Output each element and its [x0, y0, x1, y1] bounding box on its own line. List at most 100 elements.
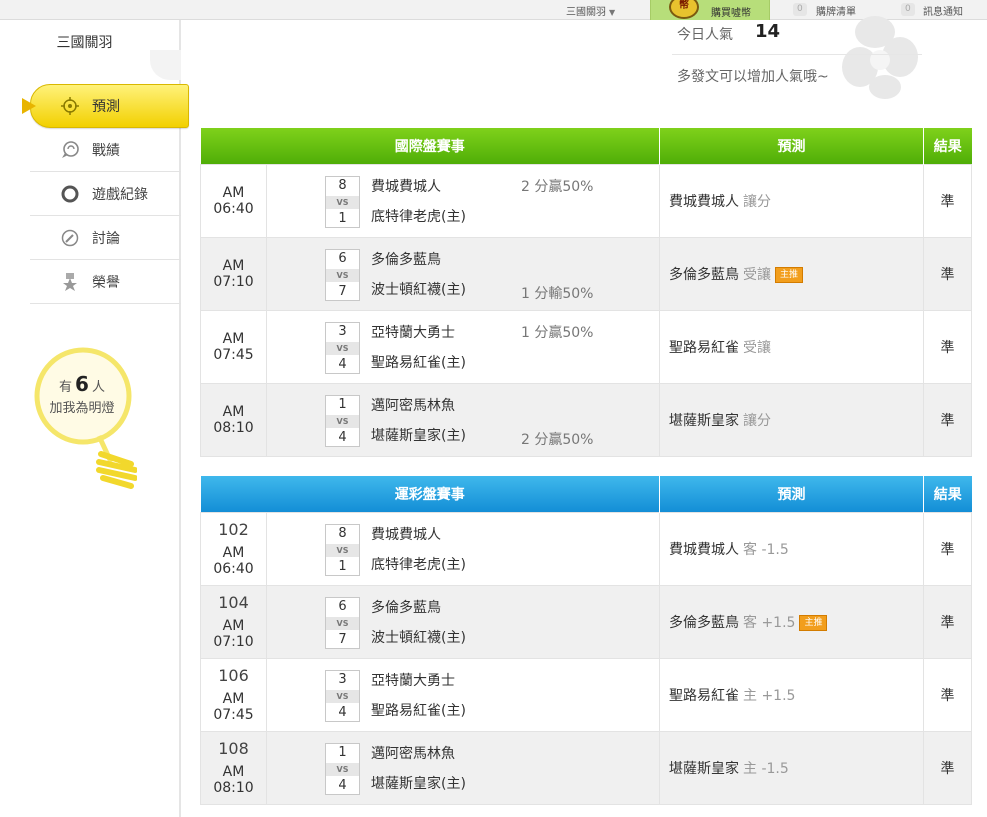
table-row: 104 AM 07:10 6 VS 7 多倫多藍鳥波士頓紅襪(主) 多倫多藍鳥客 +1.5 主… [200, 584, 972, 659]
predicted-team: 費城費城人 [669, 193, 739, 210]
game-time: AM 07:10 [213, 257, 254, 290]
away-score: 1 [338, 744, 347, 760]
predicted-team: 堪薩斯皇家 [669, 412, 739, 429]
away-team[interactable]: 多倫多藍鳥 [371, 249, 441, 269]
vs-label: VS [326, 268, 359, 282]
vs-label: VS [326, 195, 359, 209]
game-time: AM 06:40 [213, 184, 254, 217]
away-team[interactable]: 費城費城人 [371, 524, 441, 544]
away-score: 1 [338, 396, 347, 412]
time-cell: 106 AM 07:45 [200, 657, 267, 732]
sidebar-menu: 預測 戰績 遊戲紀錄 討論 榮譽 [22, 84, 189, 304]
away-team[interactable]: 亞特蘭大勇士 [371, 322, 455, 342]
predicted-team: 聖路易紅雀 [669, 687, 739, 704]
home-team[interactable]: 堪薩斯皇家(主) [371, 425, 466, 445]
home-team[interactable]: 聖路易紅雀(主) [371, 700, 466, 720]
top-pick-badge: 主推 [775, 266, 804, 283]
divider [672, 54, 922, 55]
away-team[interactable]: 費城費城人 [371, 176, 441, 196]
top-pick-badge: 主推 [799, 614, 828, 631]
away-score: 8 [338, 525, 347, 541]
away-team[interactable]: 亞特蘭大勇士 [371, 670, 455, 690]
sidebar-item-label: 預測 [92, 99, 120, 115]
prediction-type: 受讓 [743, 339, 771, 356]
vs-label: VS [326, 762, 359, 776]
home-score: 4 [338, 356, 347, 372]
away-team[interactable]: 邁阿密馬林魚 [371, 743, 455, 763]
fans-count-text: 有6人 [59, 372, 105, 396]
home-score: 4 [338, 777, 347, 793]
match-cell: 1 VS 4 邁阿密馬林魚 堪薩斯皇家(主) 2 分贏50% [266, 382, 660, 457]
away-score: 3 [338, 671, 347, 687]
user-menu[interactable]: 三國關羽 ▼ [566, 3, 615, 18]
home-team[interactable]: 堪薩斯皇家(主) [371, 773, 466, 793]
home-team[interactable]: 聖路易紅雀(主) [371, 352, 466, 372]
home-team[interactable]: 波士頓紅襪(主) [371, 627, 466, 647]
away-score: 3 [338, 323, 347, 339]
header-prediction: 預測 [659, 476, 924, 512]
result-cell: 準 [923, 657, 972, 732]
game-number: 108 [218, 739, 249, 758]
away-team[interactable]: 邁阿密馬林魚 [371, 395, 455, 415]
prediction-type: 主 -1.5 [743, 760, 789, 777]
buy-coin-label: 購買噓幣 [711, 8, 751, 19]
sidebar-item-honor[interactable]: 榮譽 [30, 260, 181, 304]
flower-decoration-icon [842, 16, 918, 99]
prediction-type: 客 -1.5 [743, 541, 789, 558]
coin-icon: 幣 [669, 0, 699, 19]
header-match: 國際盤賽事 [200, 128, 660, 164]
game-number: 102 [218, 520, 249, 539]
time-cell: AM 07:45 [200, 309, 267, 384]
game-time: AM 08:10 [213, 764, 254, 796]
header-result: 結果 [923, 476, 972, 512]
home-score: 1 [338, 210, 347, 226]
away-team[interactable]: 多倫多藍鳥 [371, 597, 441, 617]
home-team[interactable]: 波士頓紅襪(主) [371, 279, 466, 299]
predicted-team: 聖路易紅雀 [669, 339, 739, 356]
popularity-label: 今日人氣 [677, 27, 733, 43]
score-box: 8 VS 1 [325, 175, 360, 228]
odds-result-bottom: 2 分贏50% [521, 431, 594, 448]
time-cell: AM 08:10 [200, 382, 267, 457]
fans-count: 6 [75, 372, 89, 396]
sidebar-item-predict[interactable]: 預測 [22, 84, 189, 128]
predicted-team: 多倫多藍鳥 [669, 614, 739, 631]
match-cell: 8 VS 1 費城費城人 底特律老虎(主) [266, 511, 660, 586]
sidebar-item-game-log[interactable]: 遊戲紀錄 [30, 172, 181, 216]
match-cell: 3 VS 4 亞特蘭大勇士 聖路易紅雀(主) 1 分贏50% [266, 309, 660, 384]
intl-match-table: 國際盤賽事 預測 結果 AM 06:40 8 VS 1 費城費城人底特律老虎(主) 2 分… [200, 128, 972, 457]
predicted-team: 堪薩斯皇家 [669, 760, 739, 777]
buy-coin-button[interactable]: 幣 購買噓幣 [650, 0, 770, 20]
lottery-match-table: 運彩盤賽事 預測 結果 102 AM 06:40 8 VS 1 費城費城人底特律老虎(主)… [200, 476, 972, 805]
home-team[interactable]: 底特律老虎(主) [371, 554, 466, 574]
sidebar-item-label: 遊戲紀錄 [92, 186, 148, 203]
active-arrow-icon [22, 98, 36, 114]
prediction-type: 讓分 [743, 193, 771, 210]
home-score: 4 [338, 704, 347, 720]
time-cell: 102 AM 06:40 [200, 511, 267, 586]
notice-link[interactable]: 訊息通知 [923, 3, 963, 18]
vs-label: VS [326, 543, 359, 557]
game-time: AM 07:45 [213, 330, 254, 363]
home-team[interactable]: 底特律老虎(主) [371, 206, 466, 226]
prediction-cell: 聖路易紅雀 受讓 [659, 309, 924, 384]
score-box: 6 VS 7 [325, 596, 360, 649]
home-score: 4 [338, 429, 347, 445]
result-cell: 準 [923, 382, 972, 457]
vs-label: VS [326, 616, 359, 630]
time-cell: AM 07:10 [200, 236, 267, 311]
prediction-cell: 多倫多藍鳥客 +1.5 主推 [659, 584, 924, 659]
sidebar-item-label: 榮譽 [92, 274, 120, 291]
sidebar-username: 三國關羽 [56, 35, 113, 51]
light-bulb-icon [34, 347, 137, 489]
user-menu-label: 三國關羽 [566, 7, 606, 18]
table-header-row: 國際盤賽事 預測 結果 [200, 128, 972, 164]
match-cell: 3 VS 4 亞特蘭大勇士 聖路易紅雀(主) [266, 657, 660, 732]
table-row: AM 08:10 1 VS 4 邁阿密馬林魚 堪薩斯皇家(主) 2 分贏50% 堪薩斯皇家 讓分… [200, 382, 972, 457]
prediction-cell: 堪薩斯皇家 讓分 [659, 382, 924, 457]
sidebar-item-discuss[interactable]: 討論 [30, 216, 181, 260]
time-cell: 104 AM 07:10 [200, 584, 267, 659]
score-box: 3 VS 4 [325, 321, 360, 374]
table-header-row: 運彩盤賽事 預測 結果 [200, 476, 972, 512]
sidebar-item-record[interactable]: 戰績 [30, 128, 181, 172]
